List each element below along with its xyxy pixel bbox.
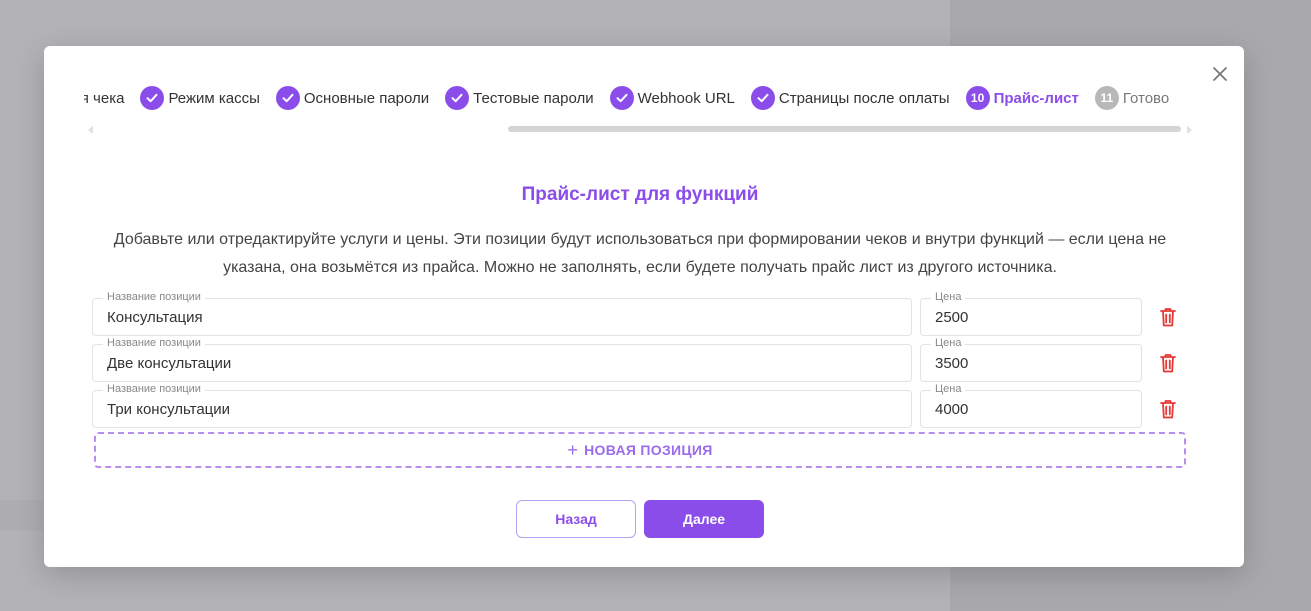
item-price-field[interactable]: Цена 4000	[920, 383, 1142, 429]
item-price-field[interactable]: Цена 3500	[920, 337, 1142, 383]
item-price-field[interactable]: Цена 2500	[920, 291, 1142, 337]
item-name-input[interactable]: Две консультации	[107, 345, 231, 383]
item-price-input[interactable]: 3500	[935, 345, 968, 383]
scroll-left-arrow-icon[interactable]	[88, 126, 94, 134]
dialog-description: Добавьте или отредактируйте услуги и цен…	[113, 231, 1167, 276]
step-price-list[interactable]: 10 Прайс-лист	[965, 86, 1079, 110]
step-test-passwords[interactable]: Тестовые пароли	[445, 86, 594, 110]
trash-icon[interactable]	[1158, 306, 1178, 328]
stepper-scrollbar[interactable]	[508, 126, 1181, 132]
step-label: Страницы после оплаты	[778, 89, 950, 107]
item-price-input[interactable]: 2500	[935, 299, 968, 337]
step-label: Готово	[1122, 89, 1170, 107]
check-icon	[750, 86, 775, 110]
trash-icon[interactable]	[1158, 398, 1178, 420]
step-receipt[interactable]: ля чека	[84, 90, 124, 107]
check-icon	[275, 86, 300, 110]
plus-icon: +	[567, 439, 579, 460]
step-label: Прайс-лист	[993, 89, 1079, 107]
scroll-right-arrow-icon[interactable]	[1186, 126, 1192, 134]
dialog-title: Прайс-лист для функций	[521, 184, 759, 205]
step-label: Режим кассы	[168, 89, 260, 107]
step-number: 10	[965, 86, 990, 110]
step-label: Основные пароли	[303, 89, 430, 107]
check-icon	[140, 86, 165, 110]
step-number: 11	[1094, 86, 1119, 110]
step-label: ля чека	[84, 89, 125, 107]
step-webhook-url[interactable]: Webhook URL	[609, 86, 735, 110]
back-button[interactable]: Назад	[516, 500, 636, 538]
item-price-input[interactable]: 4000	[935, 391, 968, 429]
price-list-dialog: ля чека Режим кассы Основные пароли Тест…	[44, 46, 1244, 567]
close-button[interactable]	[1208, 62, 1232, 86]
next-button[interactable]: Далее	[644, 500, 764, 538]
step-after-payment-pages[interactable]: Страницы после оплаты	[750, 86, 950, 110]
item-name-input[interactable]: Консультация	[107, 299, 203, 337]
trash-icon[interactable]	[1158, 352, 1178, 374]
item-name-field[interactable]: Название позиции Две консультации	[92, 337, 912, 383]
item-name-field[interactable]: Название позиции Консультация	[92, 291, 912, 337]
item-name-input[interactable]: Три консультации	[107, 391, 230, 429]
step-done[interactable]: 11 Готово	[1094, 86, 1170, 110]
step-label: Webhook URL	[637, 89, 735, 107]
step-label: Тестовые пароли	[473, 89, 594, 107]
check-icon	[445, 86, 470, 110]
close-icon	[1213, 67, 1227, 81]
add-item-button[interactable]: + НОВАЯ ПОЗИЦИЯ	[94, 432, 1186, 468]
add-item-label: НОВАЯ ПОЗИЦИЯ	[584, 442, 713, 458]
step-main-passwords[interactable]: Основные пароли	[275, 86, 430, 110]
check-icon	[609, 86, 634, 110]
wizard-stepper: ля чека Режим кассы Основные пароли Тест…	[84, 82, 1188, 114]
step-cash-mode[interactable]: Режим кассы	[140, 86, 260, 110]
price-row: Название позиции Три консультации Цена 4…	[92, 383, 1202, 429]
item-name-field[interactable]: Название позиции Три консультации	[92, 383, 912, 429]
price-row: Название позиции Две консультации Цена 3…	[92, 337, 1202, 383]
price-row: Название позиции Консультация Цена 2500	[92, 291, 1202, 337]
